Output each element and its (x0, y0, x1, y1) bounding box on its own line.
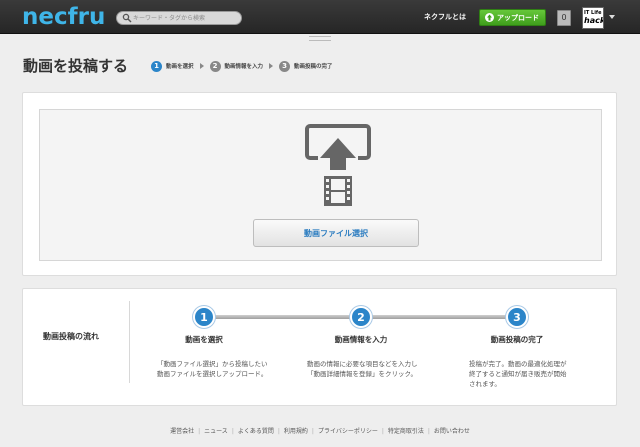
upload-arrow-icon (485, 13, 494, 22)
step-number: 3 (279, 60, 291, 72)
flow-panel: 動画投稿の流れ 1 2 3 動画を選択 動画情報を入力 動画投稿の完了 「動画フ… (22, 288, 617, 406)
step-indicator-2: 2 動画情報を入力 (209, 60, 264, 72)
footer-link-faq[interactable]: よくある質問 (238, 428, 274, 435)
step-label: 動画を選択 (166, 64, 194, 70)
upload-video-icon (305, 124, 371, 206)
chevron-down-icon[interactable] (609, 15, 615, 19)
desc-line: 「動画詳細情報を登録」をクリック。 (307, 370, 417, 378)
step-number: 2 (209, 60, 221, 72)
footer-link-commerce[interactable]: 特定商取引法 (388, 428, 424, 435)
upload-button[interactable]: アップロード (479, 9, 546, 26)
desc-line: 終了すると通知が届き販売が開始 (469, 370, 567, 378)
footer-link-news[interactable]: ニュース (204, 428, 228, 435)
footer-link-contact[interactable]: お問い合わせ (434, 428, 470, 435)
top-navbar: necfru ネクフルとは アップロード 0 IT Life hack (0, 0, 640, 34)
desc-line: 「動画ファイル選択」から投稿したい (157, 360, 268, 368)
separator: | (381, 428, 384, 435)
divider (129, 301, 130, 383)
separator: | (198, 428, 201, 435)
separator: | (311, 428, 314, 435)
footer-link-terms[interactable]: 利用規約 (284, 428, 308, 435)
flow-step-number-3: 3 (506, 306, 528, 328)
desc-line: 投稿が完了。動画の最適化処理が (469, 360, 567, 368)
logo[interactable]: necfru (22, 3, 105, 31)
upload-button-label: アップロード (497, 13, 539, 22)
search-input[interactable] (133, 12, 239, 24)
flow-title: 動画投稿の流れ (43, 332, 99, 341)
drop-zone[interactable]: 動画ファイル選択 (39, 109, 602, 261)
search-box[interactable] (116, 11, 242, 25)
footer-link-privacy[interactable]: プライバシーポリシー (318, 428, 378, 435)
step-label: 動画情報を入力 (224, 64, 264, 70)
step-label: 動画投稿の完了 (294, 64, 333, 70)
flow-step-heading-2: 動画情報を入力 (334, 335, 388, 344)
page-title: 動画を投稿する (23, 57, 129, 75)
step-indicator: 1 動画を選択 2 動画情報を入力 3 動画投稿の完了 (151, 60, 333, 72)
desc-line: されます。 (469, 380, 501, 388)
footer-link-company[interactable]: 運営会社 (170, 428, 194, 435)
file-select-button[interactable]: 動画ファイル選択 (253, 219, 419, 247)
about-link[interactable]: ネクフルとは (424, 12, 466, 22)
step-number: 1 (151, 60, 162, 72)
drag-handle-icon (309, 36, 331, 41)
flow-step-heading-1: 動画を選択 (185, 335, 223, 344)
desc-line: 動画の情報に必要な項目などを入力し (307, 360, 418, 368)
desc-line: 動画ファイルを選択しアップロード。 (157, 370, 268, 378)
flow-step-desc-2: 動画の情報に必要な項目などを入力し 「動画詳細情報を登録」をクリック。 (307, 359, 418, 379)
separator: | (277, 428, 280, 435)
step-indicator-3: 3 動画投稿の完了 (279, 60, 333, 72)
avatar-text-bottom: hack (584, 16, 604, 25)
flow-step-desc-1: 「動画ファイル選択」から投稿したい 動画ファイルを選択しアップロード。 (157, 359, 268, 379)
avatar[interactable]: IT Life hack (582, 7, 604, 29)
separator: | (427, 428, 430, 435)
search-icon (122, 13, 132, 23)
notification-badge[interactable]: 0 (557, 10, 571, 26)
arrow-right-icon (269, 63, 274, 69)
flow-step-number-2: 2 (350, 306, 372, 328)
footer: 運営会社 | ニュース | よくある質問 | 利用規約 | プライバシーポリシー | 特定商取引法 |… (0, 426, 640, 435)
upload-panel: 動画ファイル選択 (22, 92, 617, 276)
flow-step-desc-3: 投稿が完了。動画の最適化処理が 終了すると通知が届き販売が開始 されます。 (469, 359, 567, 389)
step-indicator-1: 1 動画を選択 (151, 60, 194, 72)
flow-step-heading-3: 動画投稿の完了 (490, 335, 544, 344)
flow-step-number-1: 1 (193, 306, 215, 328)
arrow-right-icon (199, 63, 204, 69)
separator: | (231, 428, 234, 435)
